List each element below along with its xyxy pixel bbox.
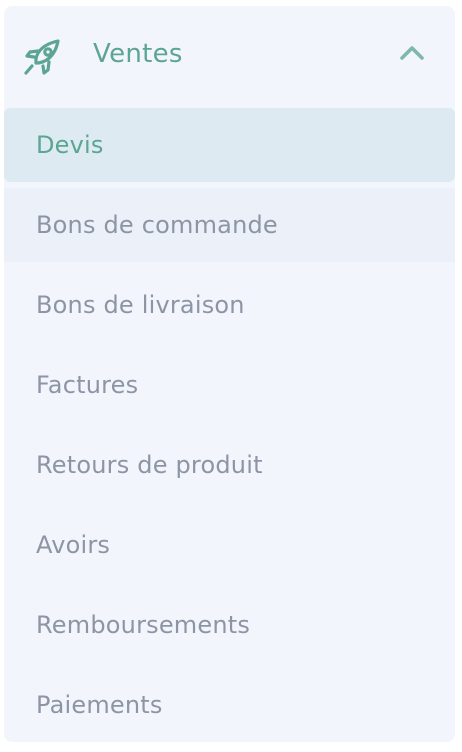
rocket-icon	[22, 35, 64, 77]
menu-item-retours-de-produit[interactable]: Retours de produit	[4, 428, 455, 502]
chevron-up-icon[interactable]	[397, 38, 427, 68]
menu-item-label: Remboursements	[36, 611, 251, 639]
menu-item-remboursements[interactable]: Remboursements	[4, 588, 455, 662]
sales-section-header[interactable]: Ventes	[4, 6, 455, 102]
menu-item-label: Factures	[36, 371, 139, 399]
menu-item-label: Retours de produit	[36, 451, 263, 479]
sales-section-title: Ventes	[93, 39, 183, 69]
menu-item-paiements[interactable]: Paiements	[4, 668, 455, 742]
menu-item-bons-de-livraison[interactable]: Bons de livraison	[4, 268, 455, 342]
menu-item-label: Bons de livraison	[36, 291, 245, 319]
menu-item-devis[interactable]: Devis	[4, 108, 455, 182]
menu-item-label: Bons de commande	[36, 211, 278, 239]
menu-item-label: Avoirs	[36, 531, 111, 559]
menu-item-label: Devis	[36, 131, 104, 159]
menu-item-bons-de-commande[interactable]: Bons de commande	[4, 188, 455, 262]
menu-item-avoirs[interactable]: Avoirs	[4, 508, 455, 582]
menu-item-label: Paiements	[36, 691, 163, 719]
menu-item-factures[interactable]: Factures	[4, 348, 455, 422]
sales-menu-panel: Ventes Devis Bons de commande Bons de li…	[4, 6, 455, 742]
